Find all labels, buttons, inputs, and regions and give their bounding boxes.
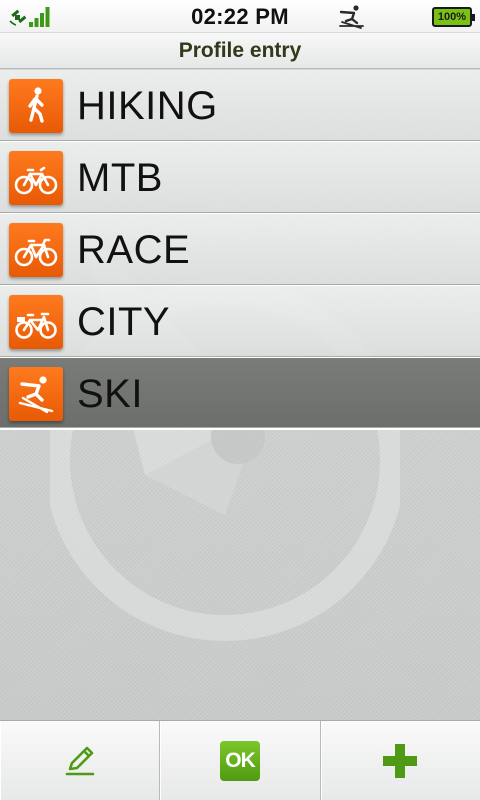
clock: 02:22 PM <box>191 4 289 29</box>
profile-item-hiking[interactable]: HIKING <box>0 70 480 142</box>
ski-icon <box>9 367 63 421</box>
profile-label: SKI <box>77 372 143 416</box>
profile-item-mtb[interactable]: MTB <box>0 142 480 214</box>
race-bike-icon <box>9 223 63 277</box>
profile-list: HIKING MTB RACE CITY SKI <box>0 70 480 430</box>
signal-strength-icon <box>29 7 50 27</box>
profile-label: RACE <box>77 228 191 272</box>
bottom-toolbar: OK <box>0 720 480 800</box>
ok-button[interactable]: OK <box>160 721 321 800</box>
profile-label: HIKING <box>77 84 218 128</box>
profile-item-city[interactable]: CITY <box>0 286 480 358</box>
ok-icon: OK <box>219 741 260 781</box>
ski-activity-icon <box>339 5 364 29</box>
profile-item-race[interactable]: RACE <box>0 214 480 286</box>
pencil-icon <box>65 746 94 776</box>
edit-button[interactable] <box>0 721 161 800</box>
battery-level: 100% <box>437 11 467 23</box>
satellite-icon <box>9 9 27 26</box>
mountain-bike-icon <box>9 151 63 205</box>
add-button[interactable] <box>321 721 480 800</box>
hiking-icon <box>9 79 63 133</box>
profile-item-ski[interactable]: SKI <box>0 358 480 430</box>
page-title: Profile entry <box>0 33 480 69</box>
plus-icon <box>383 744 418 778</box>
battery-icon: 100% <box>432 7 475 27</box>
profile-label: MTB <box>77 156 163 200</box>
city-bike-icon <box>9 295 63 349</box>
profile-label: CITY <box>77 300 171 344</box>
status-bar: 02:22 PM 100% <box>0 0 480 33</box>
